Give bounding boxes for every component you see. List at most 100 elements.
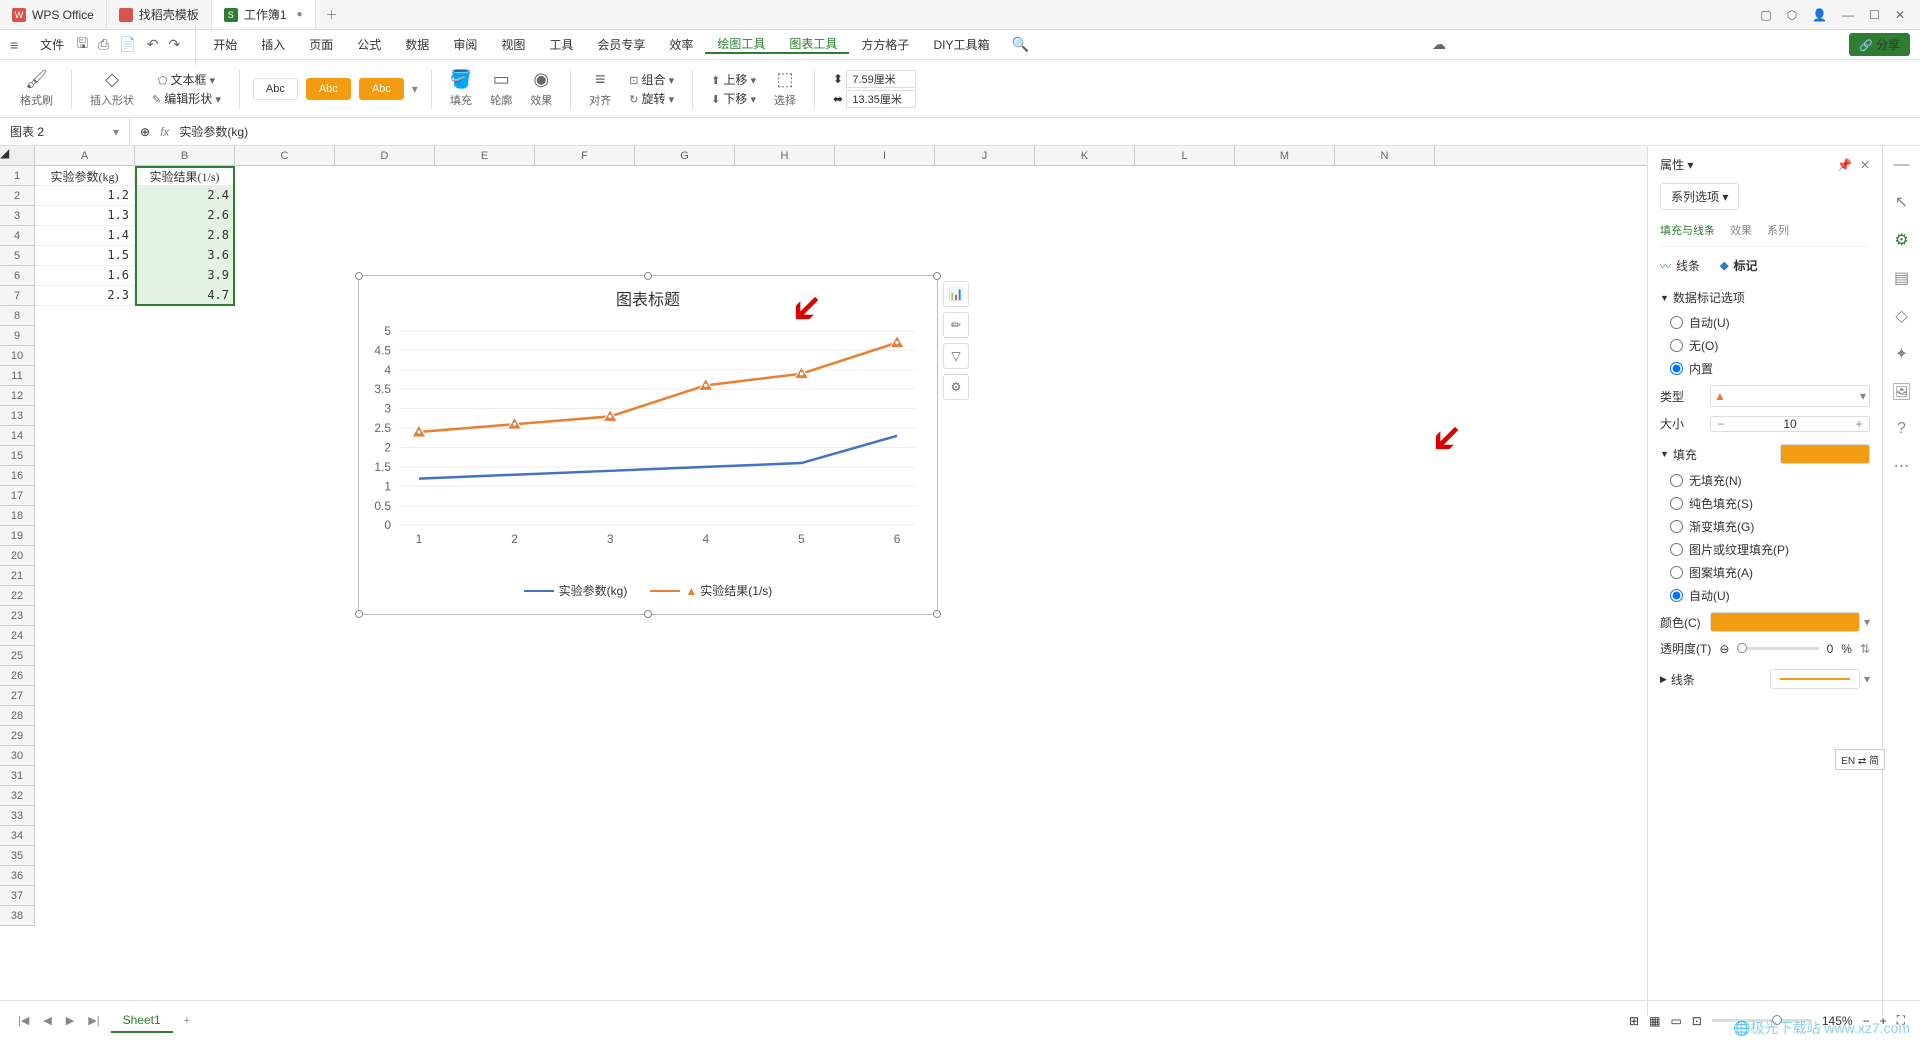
col-header[interactable]: L (1135, 146, 1235, 165)
row-header[interactable]: 9 (0, 326, 35, 346)
panel-tab-effect[interactable]: 效果 (1730, 222, 1752, 238)
formula-input[interactable]: 实验参数(kg) (179, 123, 248, 140)
print-icon[interactable]: ⎙ (98, 36, 109, 53)
insert-shape[interactable]: ◇插入形状 (85, 69, 139, 108)
marker-size-spinner[interactable]: −10+ (1710, 416, 1870, 432)
radio-none[interactable]: 无(O) (1670, 337, 1870, 354)
row-header[interactable]: 28 (0, 706, 35, 726)
close-icon[interactable]: ● (297, 9, 303, 20)
search-icon[interactable]: 🔍 (1011, 36, 1028, 53)
menu-member[interactable]: 会员专享 (585, 36, 657, 53)
rail-shape-icon[interactable]: ◇ (1895, 306, 1907, 326)
panel-tab-fill[interactable]: 填充与线条 (1660, 222, 1715, 238)
lang-badge[interactable]: EN ⇄ 简 (1835, 749, 1885, 770)
row-header[interactable]: 24 (0, 626, 35, 646)
color-picker[interactable] (1710, 612, 1860, 632)
col-header[interactable]: B (135, 146, 235, 165)
row-header[interactable]: 23 (0, 606, 35, 626)
cell[interactable]: 1.6 (35, 266, 135, 286)
menu-cube[interactable]: 方方格子 (849, 36, 921, 53)
row-header[interactable]: 31 (0, 766, 35, 786)
window-panel-icon[interactable]: ▢ (1760, 8, 1771, 22)
spreadsheet[interactable]: ◢ ABCDEFGHIJKLMN 12345678910111213141516… (0, 146, 1647, 1016)
menu-view[interactable]: 视图 (489, 36, 537, 53)
radio-patt-fill[interactable]: 图案填充(A) (1670, 564, 1870, 581)
close-button[interactable]: ✕ (1895, 8, 1905, 22)
sheet-nav-last[interactable]: ▶| (85, 1014, 102, 1027)
layer-buttons[interactable]: ⬆ 上移 ▾⬇ 下移 ▾ (706, 71, 761, 107)
col-header[interactable]: K (1035, 146, 1135, 165)
menu-formula[interactable]: 公式 (345, 36, 393, 53)
add-tab-button[interactable]: ＋ (316, 2, 348, 27)
tab-wps[interactable]: WWPS Office (0, 0, 107, 29)
row-header[interactable]: 8 (0, 306, 35, 326)
subtab-marker[interactable]: ◆ 标记 (1720, 257, 1757, 274)
radio-solid-fill[interactable]: 纯色填充(S) (1670, 495, 1870, 512)
menu-tools[interactable]: 工具 (537, 36, 585, 53)
row-header[interactable]: 26 (0, 666, 35, 686)
minimize-button[interactable]: — (1842, 8, 1854, 22)
cube-icon[interactable]: ⬡ (1787, 8, 1797, 22)
row-header[interactable]: 35 (0, 846, 35, 866)
cell[interactable]: 2.8 (135, 226, 235, 246)
menu-insert[interactable]: 插入 (249, 36, 297, 53)
row-header[interactable]: 19 (0, 526, 35, 546)
style-preset-2[interactable]: Abc (306, 78, 351, 100)
menu-icon[interactable]: ≡ (10, 37, 18, 53)
row-header[interactable]: 32 (0, 786, 35, 806)
row-header[interactable]: 21 (0, 566, 35, 586)
marker-type-dropdown[interactable]: ▲ ▾ (1710, 385, 1870, 407)
row-header[interactable]: 7 (0, 286, 35, 306)
col-header[interactable]: I (835, 146, 935, 165)
col-header[interactable]: A (35, 146, 135, 165)
col-header[interactable]: E (435, 146, 535, 165)
row-header[interactable]: 22 (0, 586, 35, 606)
line-preview[interactable] (1770, 669, 1860, 689)
cell[interactable]: 1.2 (35, 186, 135, 206)
row-header[interactable]: 10 (0, 346, 35, 366)
style-preset-3[interactable]: Abc (359, 78, 404, 100)
rail-link-icon[interactable]: ✦ (1895, 344, 1908, 364)
fill-button[interactable]: 🪣填充 (445, 69, 477, 108)
menu-start[interactable]: 开始 (201, 36, 249, 53)
row-header[interactable]: 36 (0, 866, 35, 886)
view-pivot-icon[interactable]: ⊡ (1692, 1014, 1702, 1028)
row-header[interactable]: 15 (0, 446, 35, 466)
menu-file[interactable]: 文件 (28, 36, 76, 53)
row-header[interactable]: 25 (0, 646, 35, 666)
rail-select-icon[interactable]: ↖ (1895, 192, 1908, 212)
menu-review[interactable]: 审阅 (441, 36, 489, 53)
radio-auto[interactable]: 自动(U) (1670, 314, 1870, 331)
width-input[interactable] (846, 90, 916, 108)
row-header[interactable]: 27 (0, 686, 35, 706)
row-header[interactable]: 38 (0, 906, 35, 926)
chart-style-icon[interactable]: ✏ (943, 312, 969, 338)
row-header[interactable]: 4 (0, 226, 35, 246)
preview-icon[interactable]: 📄 (119, 36, 136, 53)
rail-image-icon[interactable]: 🖼 (1891, 382, 1911, 402)
row-header[interactable]: 20 (0, 546, 35, 566)
align-button[interactable]: ≡对齐 (584, 69, 616, 108)
edit-shape[interactable]: ⬠ 文本框 ▾✎ 编辑形状 ▾ (147, 71, 226, 107)
effect-button[interactable]: ◉效果 (525, 69, 557, 108)
rail-settings-icon[interactable]: ⚙ (1894, 230, 1908, 250)
rail-more-icon[interactable]: ⋯ (1894, 456, 1910, 476)
col-header[interactable]: C (235, 146, 335, 165)
undo-icon[interactable]: ↶ (147, 36, 159, 53)
section-fill[interactable]: ▼填充 (1660, 444, 1870, 464)
cell[interactable]: 3.9 (135, 266, 235, 286)
menu-chart-tools[interactable]: 图表工具 (777, 35, 849, 54)
col-header[interactable]: H (735, 146, 835, 165)
maximize-button[interactable]: ☐ (1869, 8, 1880, 22)
chart-title[interactable]: 图表标题 (359, 276, 937, 320)
cell[interactable]: 2.6 (135, 206, 235, 226)
row-header[interactable]: 1 (0, 166, 35, 186)
view-grid-icon[interactable]: ▦ (1649, 1014, 1660, 1028)
avatar-icon[interactable]: 👤 (1812, 8, 1827, 22)
row-header[interactable]: 13 (0, 406, 35, 426)
target-icon[interactable]: ⊕ (140, 125, 150, 139)
cloud-icon[interactable]: ☁ (1432, 36, 1446, 53)
close-panel-icon[interactable]: ✕ (1860, 158, 1870, 172)
row-header[interactable]: 34 (0, 826, 35, 846)
fill-swatch[interactable] (1780, 444, 1870, 464)
